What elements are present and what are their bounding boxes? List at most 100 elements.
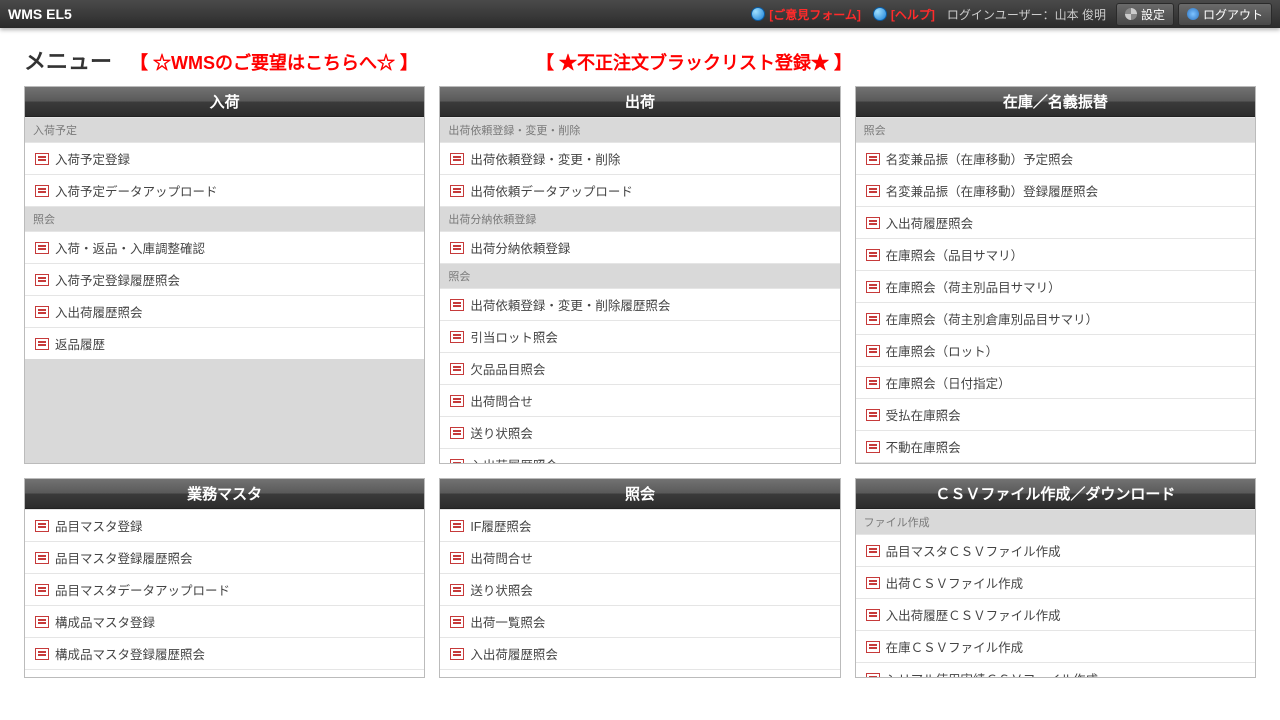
list-icon: [450, 331, 464, 343]
menu-item-label: 名変兼品振（在庫移動）予定照会: [886, 149, 1074, 168]
menu-item[interactable]: 名変兼品振（在庫移動）予定照会: [856, 142, 1255, 174]
login-user-label: ログインユーザー：山本 俊明: [947, 6, 1106, 23]
menu-item[interactable]: 出荷依頼登録・変更・削除履歴照会: [440, 288, 839, 320]
menu-item-label: 在庫照会（日付指定）: [886, 373, 1011, 392]
settings-label: 設定: [1141, 6, 1165, 23]
list-icon: [866, 641, 880, 653]
menu-item[interactable]: 不動在庫照会: [856, 430, 1255, 462]
menu-item-label: 品目マスタ登録: [55, 516, 143, 535]
list-icon: [35, 616, 49, 628]
menu-item-label: 受払在庫照会: [886, 405, 961, 424]
menu-item[interactable]: 品目マスタ登録: [25, 509, 424, 541]
globe-icon: [751, 7, 765, 21]
menu-item[interactable]: 品目マスタデータアップロード: [25, 573, 424, 605]
menu-item[interactable]: 入荷・返品・入庫調整確認: [856, 462, 1255, 463]
list-icon: [866, 249, 880, 261]
list-icon: [450, 584, 464, 596]
panel: 在庫／名義振替照会名変兼品振（在庫移動）予定照会名変兼品振（在庫移動）登録履歴照…: [855, 86, 1256, 464]
menu-item[interactable]: 入出荷履歴照会: [25, 295, 424, 327]
gear-icon: [1125, 8, 1137, 20]
list-icon: [35, 584, 49, 596]
list-icon: [450, 520, 464, 532]
settings-button[interactable]: 設定: [1116, 3, 1174, 26]
list-icon: [866, 409, 880, 421]
menu-item-label: 名変兼品振（在庫移動）登録履歴照会: [886, 181, 1099, 200]
menu-item[interactable]: 入荷・返品・入庫調整確認: [25, 231, 424, 263]
menu-item[interactable]: 在庫照会（品目サマリ）: [856, 238, 1255, 270]
menu-item[interactable]: 入出荷履歴ＣＳＶファイル作成: [856, 598, 1255, 630]
menu-item[interactable]: 入出荷履歴照会: [440, 448, 839, 463]
logout-label: ログアウト: [1203, 6, 1263, 23]
menu-item[interactable]: シリアル使用実績ＣＳＶファイル作成: [856, 662, 1255, 677]
menu-item[interactable]: 在庫ＣＳＶファイル作成: [856, 630, 1255, 662]
menu-item[interactable]: 在庫照会（日付指定）: [856, 366, 1255, 398]
menu-item[interactable]: 受払在庫照会: [856, 398, 1255, 430]
menu-item[interactable]: IF履歴照会: [440, 509, 839, 541]
menu-item-label: 入出荷履歴照会: [470, 644, 558, 663]
menu-item[interactable]: 出荷依頼登録・変更・削除: [440, 142, 839, 174]
menu-item[interactable]: 入荷予定登録履歴照会: [25, 263, 424, 295]
menu-item[interactable]: 在庫照会（荷主別倉庫別品目サマリ）: [856, 302, 1255, 334]
panel-body: ファイル作成品目マスタＣＳＶファイル作成出荷ＣＳＶファイル作成入出荷履歴ＣＳＶフ…: [856, 509, 1255, 677]
list-icon: [35, 552, 49, 564]
list-icon: [35, 306, 49, 318]
panel: 業務マスタ品目マスタ登録品目マスタ登録履歴照会品目マスタデータアップロード構成品…: [24, 478, 425, 678]
menu-item[interactable]: 引当ロット照会: [440, 669, 839, 677]
menu-item-label: 出荷依頼登録・変更・削除履歴照会: [470, 295, 670, 314]
menu-item[interactable]: 名変兼品振（在庫移動）登録履歴照会: [856, 174, 1255, 206]
menu-item[interactable]: 品目マスタ登録履歴照会: [25, 541, 424, 573]
menu-item[interactable]: 在庫照会（荷主別品目サマリ）: [856, 270, 1255, 302]
menu-item[interactable]: 構成品マスタ登録: [25, 605, 424, 637]
panel-header: 入荷: [25, 87, 424, 117]
menu-item-label: 出荷分納依頼登録: [470, 238, 570, 257]
menu-item[interactable]: 送り状照会: [440, 416, 839, 448]
section-header: 出荷依頼登録・変更・削除: [440, 117, 839, 142]
menu-item[interactable]: 欠品品目照会: [440, 352, 839, 384]
menu-item-label: 出荷問合せ: [470, 391, 533, 410]
menu-item-label: 送り状照会: [470, 580, 533, 599]
menu-item-label: 出荷問合せ: [470, 548, 533, 567]
menu-item[interactable]: 引当ロット照会: [440, 320, 839, 352]
user-name: 山本 俊明: [1055, 8, 1106, 22]
panel: ＣＳＶファイル作成／ダウンロードファイル作成品目マスタＣＳＶファイル作成出荷ＣＳ…: [855, 478, 1256, 678]
menu-item[interactable]: 構成品マスタ登録履歴照会: [25, 637, 424, 669]
menu-item[interactable]: 出荷問合せ: [440, 541, 839, 573]
list-icon: [866, 345, 880, 357]
menu-item-label: 品目マスタ登録履歴照会: [55, 548, 193, 567]
menu-item[interactable]: 入出荷履歴照会: [440, 637, 839, 669]
menu-item[interactable]: 入荷予定登録: [25, 142, 424, 174]
list-icon: [866, 153, 880, 165]
menu-item[interactable]: 入荷予定データアップロード: [25, 174, 424, 206]
blacklist-link[interactable]: 【 ★不正注文ブラックリスト登録★ 】: [536, 49, 852, 75]
list-icon: [866, 281, 880, 293]
wms-request-link[interactable]: 【 ☆WMSのご要望はこちらへ☆ 】: [130, 49, 418, 75]
list-icon: [35, 520, 49, 532]
list-icon: [866, 185, 880, 197]
menu-item[interactable]: 出荷分納依頼登録: [440, 231, 839, 263]
list-icon: [450, 552, 464, 564]
menu-item[interactable]: 出荷ＣＳＶファイル作成: [856, 566, 1255, 598]
menu-item-label: 在庫照会（品目サマリ）: [886, 245, 1024, 264]
logout-button[interactable]: ログアウト: [1178, 3, 1272, 26]
section-header: 照会: [440, 263, 839, 288]
menu-item[interactable]: 出荷一覧照会: [440, 605, 839, 637]
menu-item[interactable]: 在庫照会（ロット）: [856, 334, 1255, 366]
menu-item[interactable]: 出荷問合せ: [440, 384, 839, 416]
panel: 照会IF履歴照会出荷問合せ送り状照会出荷一覧照会入出荷履歴照会引当ロット照会欠品…: [439, 478, 840, 678]
list-icon: [866, 545, 880, 557]
menu-item[interactable]: 返品履歴: [25, 327, 424, 359]
menu-item-label: 入荷・返品・入庫調整確認: [55, 238, 205, 257]
menu-item[interactable]: 送り状照会: [440, 573, 839, 605]
menu-item-label: 引当ロット照会: [470, 676, 558, 677]
menu-item[interactable]: 品目マスタＣＳＶファイル作成: [856, 534, 1255, 566]
menu-item[interactable]: 構成品マスタデータアップロード: [25, 669, 424, 677]
menubar: メニュー 【 ☆WMSのご要望はこちらへ☆ 】 【 ★不正注文ブラックリスト登録…: [0, 28, 1280, 86]
list-icon: [35, 274, 49, 286]
menu-item[interactable]: 入出荷履歴照会: [856, 206, 1255, 238]
help-link[interactable]: [ヘルプ]: [873, 6, 935, 23]
app-title: WMS EL5: [8, 6, 72, 22]
opinion-form-link[interactable]: [ご意見フォーム]: [751, 6, 861, 23]
menu-item[interactable]: 出荷依頼データアップロード: [440, 174, 839, 206]
list-icon: [35, 153, 49, 165]
menu-item-label: 在庫照会（ロット）: [886, 341, 999, 360]
